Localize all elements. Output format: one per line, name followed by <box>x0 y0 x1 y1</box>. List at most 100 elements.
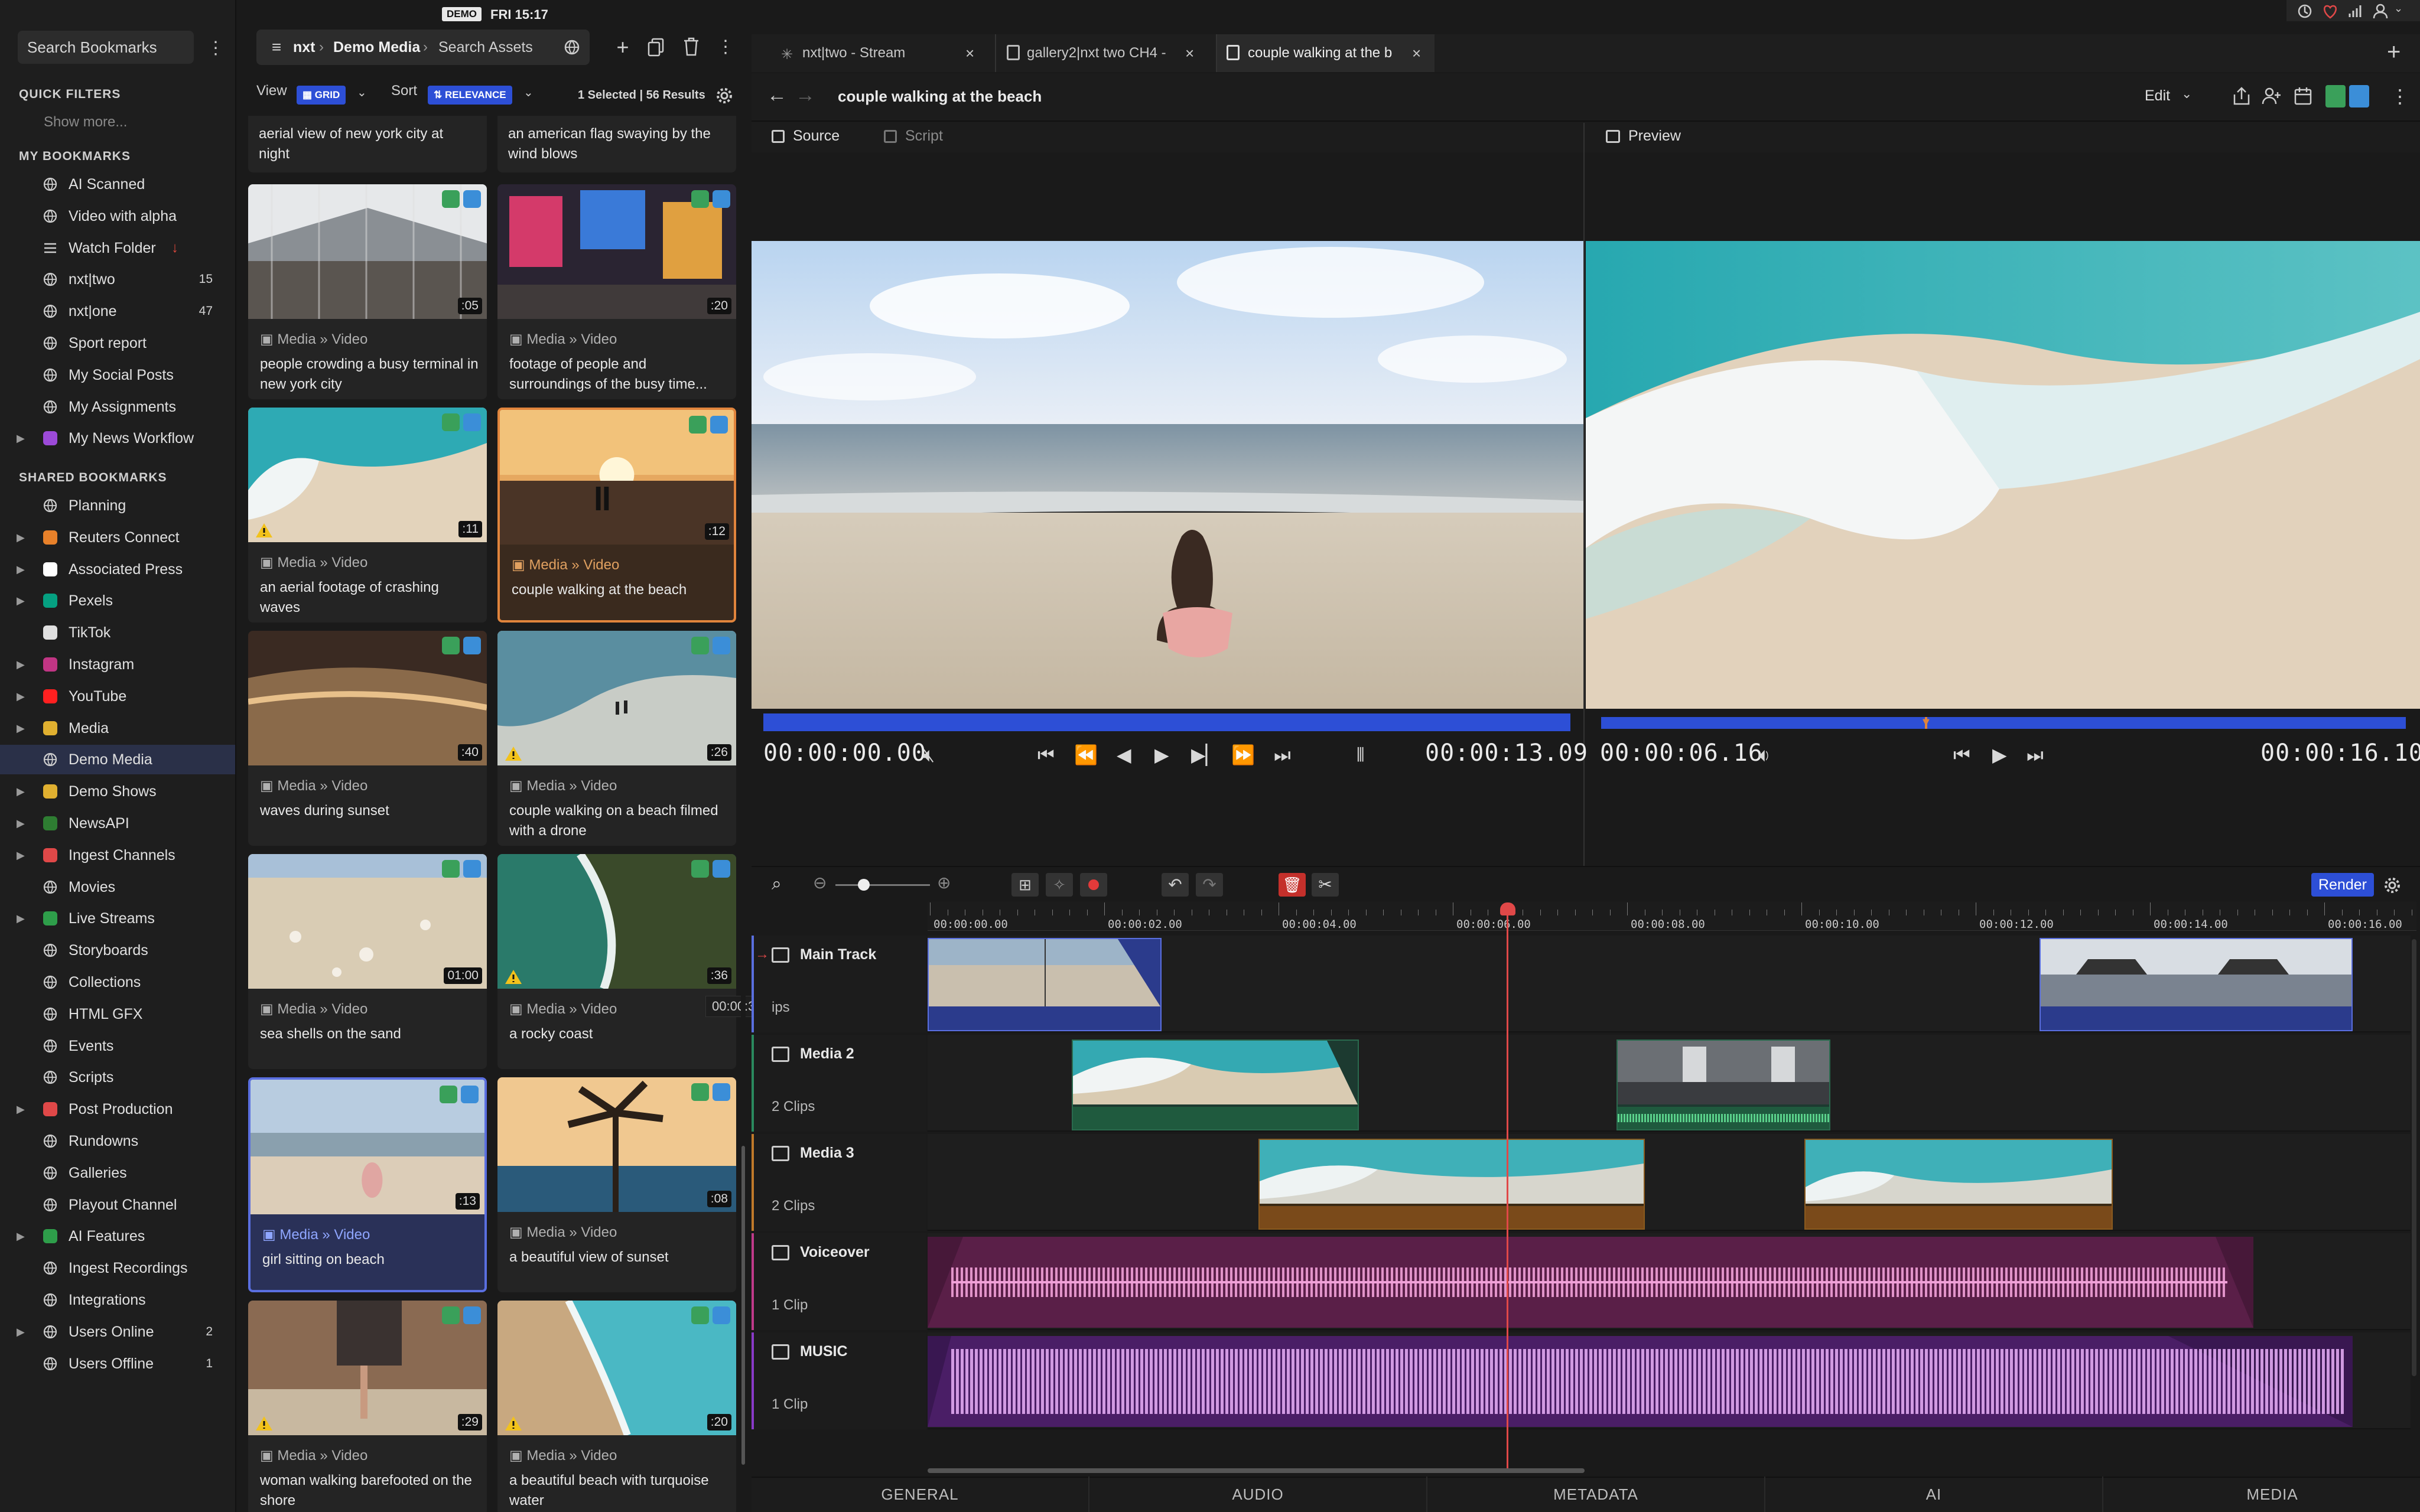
expand-arrow-icon[interactable]: ▶ <box>17 594 25 607</box>
zoom-to-fit-icon[interactable]: ⌕ <box>772 874 782 894</box>
sidebar-item-media[interactable]: ▶ Media <box>0 713 235 743</box>
sidebar-item-ingest-channels[interactable]: ▶ Ingest Channels <box>0 840 235 870</box>
expand-arrow-icon[interactable]: ▶ <box>17 563 25 576</box>
scissors-icon[interactable]: ✂ <box>1312 873 1339 897</box>
view-mode-toggle[interactable]: ▦ GRID <box>297 86 346 105</box>
expand-arrow-icon[interactable]: ▶ <box>17 785 25 798</box>
asset-card[interactable]: :12 ▣ Media » Video couple walking at the … <box>497 408 736 623</box>
sidebar-item-my-news-workflow[interactable]: ▶ My News Workflow <box>0 423 235 453</box>
gear-icon[interactable] <box>2383 876 2401 894</box>
sidebar-item-events[interactable]: Events <box>0 1031 235 1061</box>
sidebar-item-movies[interactable]: Movies <box>0 872 235 902</box>
redo-icon[interactable]: ↷ <box>1196 873 1223 897</box>
asset-search-bar[interactable]: ≡ nxt › Demo Media › Search Assets <box>256 30 590 65</box>
play-icon[interactable]: ▶ <box>1992 743 2007 767</box>
track-header[interactable]: Media 2 2 Clips <box>752 1035 926 1132</box>
previous-icon[interactable]: ⏮ <box>1953 743 1970 767</box>
fast-forward-icon[interactable]: ⏩ <box>1231 743 1255 767</box>
bookmark-search-input[interactable]: Search Bookmarks <box>18 31 194 64</box>
frame-back-icon[interactable]: ◀ <box>1117 743 1131 767</box>
asset-card[interactable]: :13 ▣ Media » Video girl sitting on beach <box>248 1077 487 1292</box>
back-arrow-icon[interactable]: ← <box>767 84 787 107</box>
media3-clip[interactable] <box>1258 1139 1645 1230</box>
asset-scrollbar[interactable] <box>741 1146 745 1465</box>
media2-clip[interactable] <box>1072 1040 1359 1130</box>
expand-arrow-icon[interactable]: ▶ <box>17 817 25 830</box>
new-tab-icon[interactable]: + <box>2387 39 2401 66</box>
timeline-scrollbar[interactable] <box>928 1468 1585 1473</box>
preview-scrub-bar[interactable] <box>1601 717 2406 729</box>
close-icon[interactable]: × <box>1185 34 1194 72</box>
chevron-down-icon[interactable]: ⌄ <box>523 85 534 100</box>
sidebar-item-rundowns[interactable]: Rundowns <box>0 1126 235 1156</box>
sidebar-item-ai-features[interactable]: ▶ AI Features <box>0 1221 235 1251</box>
share-icon[interactable] <box>2232 86 2252 106</box>
sidebar-item-my-social-posts[interactable]: My Social Posts <box>0 360 235 390</box>
sidebar-item-associated-press[interactable]: ▶ Associated Press <box>0 555 235 584</box>
sidebar-item-galleries[interactable]: Galleries <box>0 1158 235 1188</box>
add-icon[interactable]: + <box>612 30 633 65</box>
chevron-down-icon[interactable]: ⌄ <box>2181 86 2192 102</box>
copy-icon[interactable] <box>648 38 665 57</box>
asset-card[interactable]: :20 ▣ Media » Video a beautiful beach with… <box>497 1301 736 1512</box>
voiceover-clip-waveform[interactable] <box>928 1237 2253 1328</box>
media3-clip[interactable] <box>1804 1139 2113 1230</box>
sidebar-menu-icon[interactable]: ⋮ <box>207 37 225 60</box>
sidebar-item-instagram[interactable]: ▶ Instagram <box>0 650 235 679</box>
more-options-icon[interactable]: ⋮ <box>2390 85 2409 107</box>
source-video-frame[interactable] <box>752 241 1583 709</box>
track-header[interactable]: MUSIC 1 Clip <box>752 1332 926 1429</box>
chevron-down-icon[interactable]: ⌄ <box>357 85 367 100</box>
track-header[interactable]: Main Track ips <box>752 936 926 1032</box>
health-icon[interactable] <box>2322 4 2338 19</box>
expand-arrow-icon[interactable]: ▶ <box>17 432 25 445</box>
track-header[interactable]: Media 3 2 Clips <box>752 1134 926 1231</box>
asset-search-input[interactable]: Search Assets <box>438 30 533 65</box>
breadcrumb-root[interactable]: nxt <box>293 30 315 65</box>
sidebar-item-video-with-alpha[interactable]: Video with alpha <box>0 201 235 231</box>
close-icon[interactable]: × <box>965 34 974 72</box>
sidebar-item-storyboards[interactable]: Storyboards <box>0 936 235 965</box>
frame-forward-icon[interactable]: ▶▏ <box>1191 743 1220 767</box>
sidebar-item-ingest-recordings[interactable]: Ingest Recordings <box>0 1253 235 1283</box>
sidebar-item-demo-shows[interactable]: ▶ Demo Shows <box>0 777 235 806</box>
assign-user-icon[interactable] <box>2262 86 2283 106</box>
snap-icon[interactable]: ⊞ <box>1011 873 1039 897</box>
record-button[interactable] <box>1080 873 1107 897</box>
tab-gallery[interactable]: gallery2|nxt two CH4 - × <box>995 34 1215 72</box>
expand-arrow-icon[interactable]: ▶ <box>17 531 25 544</box>
music-clip-waveform[interactable] <box>928 1336 2353 1427</box>
expand-arrow-icon[interactable]: ▶ <box>17 849 25 862</box>
bottom-tab-ai[interactable]: AI <box>1765 1477 2103 1512</box>
user-icon[interactable] <box>2373 3 2390 19</box>
gear-icon[interactable] <box>716 87 733 104</box>
close-icon[interactable]: × <box>1412 34 1421 72</box>
asset-card[interactable]: :20 ▣ Media » Video footage of people and … <box>497 184 736 399</box>
expand-arrow-icon[interactable]: ▶ <box>17 912 25 925</box>
track-header[interactable]: Voiceover 1 Clip <box>752 1233 926 1330</box>
sidebar-item-pexels[interactable]: ▶ Pexels <box>0 586 235 615</box>
bottom-tab-general[interactable]: GENERAL <box>752 1477 1089 1512</box>
mute-icon[interactable]: 🔇︎ <box>923 743 935 767</box>
expand-arrow-icon[interactable]: ▶ <box>17 658 25 671</box>
asset-card[interactable]: :36 ▣ Media » Video a rocky coast <box>497 854 736 1069</box>
audio-levels-icon[interactable]: ⫴ <box>1357 743 1364 767</box>
render-button[interactable]: Render <box>2311 873 2374 897</box>
sidebar-item-my-assignments[interactable]: My Assignments <box>0 392 235 422</box>
go-to-start-icon[interactable]: ⏮ <box>1037 743 1055 767</box>
calendar-icon[interactable] <box>2294 86 2312 106</box>
zoom-out-icon[interactable]: ⊖ <box>813 873 827 892</box>
sidebar-item-newsapi[interactable]: ▶ NewsAPI <box>0 809 235 838</box>
breadcrumb-folder[interactable]: Demo Media <box>333 30 420 65</box>
expand-arrow-icon[interactable]: ▶ <box>17 690 25 703</box>
play-icon[interactable]: ▶ <box>1154 743 1169 767</box>
forward-arrow-icon[interactable]: → <box>795 84 815 107</box>
sort-mode-toggle[interactable]: ⇅ RELEVANCE <box>428 86 512 105</box>
sidebar-item-post-production[interactable]: ▶ Post Production <box>0 1094 235 1124</box>
sidebar-item-collections[interactable]: Collections <box>0 967 235 997</box>
expand-arrow-icon[interactable]: ▶ <box>17 722 25 735</box>
robot-icon[interactable] <box>2349 85 2369 107</box>
asset-card[interactable]: :29 ▣ Media » Video woman walking barefoot… <box>248 1301 487 1512</box>
sidebar-item-youtube[interactable]: ▶ YouTube <box>0 682 235 711</box>
globe-icon[interactable] <box>564 39 580 56</box>
